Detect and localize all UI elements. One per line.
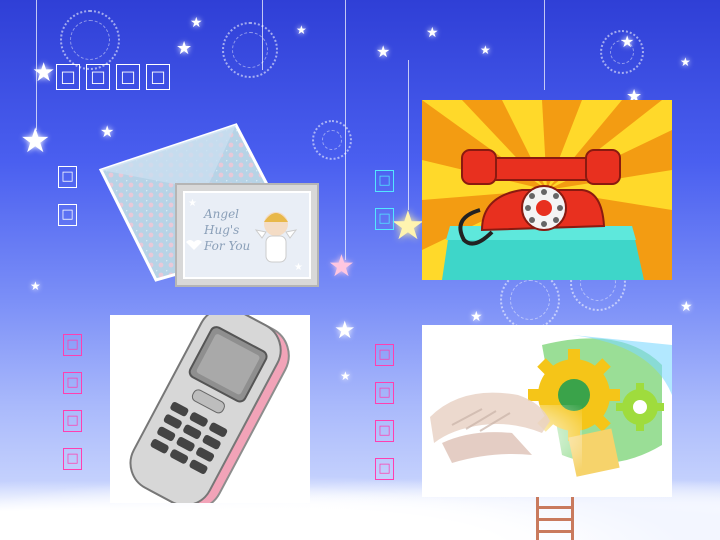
computer-picture: [422, 325, 672, 497]
star-icon: ★: [20, 121, 51, 161]
telephone-picture: [422, 100, 672, 280]
hanging-string: [408, 60, 409, 210]
star-icon: ★: [190, 15, 203, 31]
title-char: □: [56, 64, 80, 90]
label-char: □: [63, 372, 82, 394]
hanging-string: [345, 0, 346, 260]
star-icon: ★: [328, 249, 355, 284]
slide-canvas: ★ ★ ★ ★ ★ ★ ★ ★ ★ ★ ★ ★ ★ ★ ★ ★ ★ ★ ★ ★ …: [0, 0, 720, 540]
hanging-string: [544, 0, 545, 90]
label-char: □: [375, 170, 394, 192]
star-icon: ★: [334, 316, 356, 344]
title-char: □: [116, 64, 140, 90]
title-char: □: [86, 64, 110, 90]
card-text-line: Angel: [203, 207, 239, 221]
mobile-phone-icon: [129, 315, 290, 503]
star-icon: ★: [480, 43, 491, 57]
title-char: □: [146, 64, 170, 90]
svg-text:★: ★: [294, 262, 303, 273]
firework-decoration: [60, 10, 120, 70]
label-char: □: [58, 204, 77, 226]
star-icon: ★: [176, 38, 193, 59]
letter-envelope-icon: Angel Hug's For You ★ ★: [98, 123, 319, 287]
star-icon: ★: [30, 279, 41, 293]
star-icon: ★: [426, 25, 439, 41]
star-icon: ★: [376, 42, 391, 61]
label-char: □: [63, 334, 82, 356]
star-icon: ★: [680, 299, 693, 315]
svg-text:★: ★: [188, 198, 197, 209]
star-icon: ★: [390, 203, 426, 249]
mobile-picture: [110, 315, 310, 503]
card-text-line: Hug's: [203, 223, 239, 237]
card-text-line: For You: [203, 239, 250, 253]
label-char: □: [375, 208, 394, 230]
label-char: □: [63, 410, 82, 432]
star-icon: ★: [32, 58, 56, 88]
star-icon: ★: [470, 309, 483, 325]
label-char: □: [375, 382, 394, 404]
label-char: □: [58, 166, 77, 188]
letter-picture: Angel Hug's For You ★ ★: [96, 120, 326, 290]
firework-decoration: [222, 22, 278, 78]
hanging-string: [262, 0, 263, 70]
star-icon: ★: [620, 32, 635, 51]
star-icon: ★: [296, 23, 307, 37]
red-telephone-icon: [422, 100, 672, 280]
star-icon: ★: [340, 369, 351, 383]
label-char: □: [63, 448, 82, 470]
typing-gears-icon: [422, 325, 672, 497]
ladder-decoration: [536, 497, 574, 540]
label-char: □: [375, 344, 394, 366]
label-char: □: [375, 458, 394, 480]
label-char: □: [375, 420, 394, 442]
star-icon: ★: [680, 55, 691, 69]
